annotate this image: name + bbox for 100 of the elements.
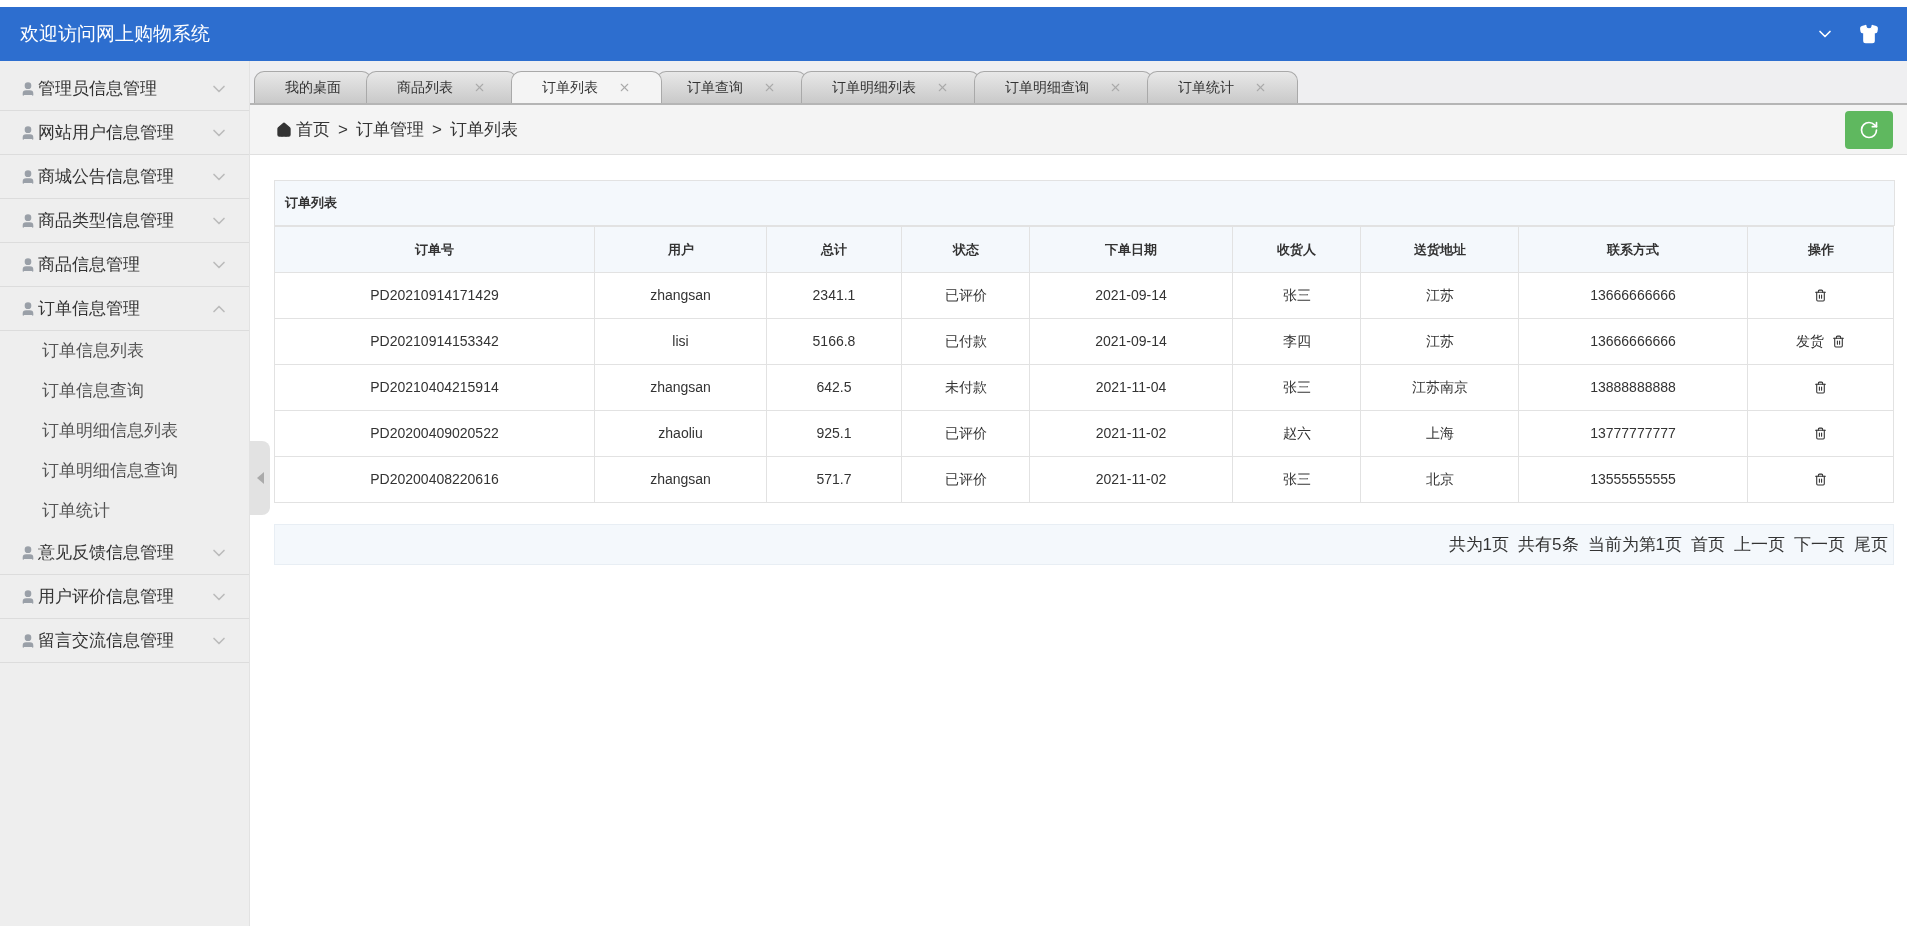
table-cell: 925.1 <box>766 410 902 457</box>
table-cell: 未付款 <box>901 364 1030 411</box>
table-cell: zhangsan <box>594 456 767 503</box>
table-title: 订单列表 <box>274 180 1895 226</box>
submenu-item[interactable]: 订单信息查询 <box>0 371 249 411</box>
column-header: 用户 <box>594 226 767 273</box>
tab-label: 订单明细列表 <box>832 78 916 97</box>
table-cell: 571.7 <box>766 456 902 503</box>
table-cell: 13666666666 <box>1518 318 1748 365</box>
table-cell: 赵六 <box>1232 410 1361 457</box>
column-header: 订单号 <box>274 226 595 273</box>
sidebar-item[interactable]: 商品类型信息管理 <box>0 199 249 243</box>
close-icon[interactable] <box>763 81 776 94</box>
page-info: 首页 <box>1691 533 1725 556</box>
table-cell: 张三 <box>1232 364 1361 411</box>
close-icon[interactable] <box>1254 81 1267 94</box>
page-info: 上一页 <box>1734 533 1785 556</box>
user-icon <box>20 544 36 561</box>
user-icon <box>20 212 36 229</box>
table-cell: PD20210404215914 <box>274 364 595 411</box>
close-icon[interactable] <box>1109 81 1122 94</box>
triangle-left-icon <box>256 472 264 484</box>
breadcrumb-item[interactable]: 订单管理 <box>355 116 424 143</box>
table-cell: 13555555555 <box>1518 456 1748 503</box>
table-cell: 张三 <box>1232 272 1361 319</box>
home-icon <box>276 121 292 138</box>
submenu-item[interactable]: 订单明细信息列表 <box>0 411 249 451</box>
table-cell: 北京 <box>1360 456 1519 503</box>
table-cell: 642.5 <box>766 364 902 411</box>
sidebar-item[interactable]: 商城公告信息管理 <box>0 155 249 199</box>
breadcrumb-separator: > <box>338 118 348 141</box>
trash-icon[interactable] <box>1814 289 1827 302</box>
page-info: 共为1页 <box>1448 533 1510 556</box>
refresh-icon <box>1859 119 1879 140</box>
column-header: 总计 <box>766 226 902 273</box>
tab[interactable]: 订单列表 <box>511 71 662 103</box>
table-cell: 上海 <box>1360 410 1519 457</box>
trash-icon[interactable] <box>1832 335 1845 348</box>
sidebar-item[interactable]: 留言交流信息管理 <box>0 619 249 663</box>
submenu-item[interactable]: 订单明细信息查询 <box>0 451 249 491</box>
table-cell: 13666666666 <box>1518 272 1748 319</box>
tab-label: 订单列表 <box>542 78 598 97</box>
ship-link[interactable]: 发货 <box>1796 331 1824 352</box>
table-cell: 李四 <box>1232 318 1361 365</box>
column-header: 操作 <box>1747 226 1894 273</box>
table-cell: 13888888888 <box>1518 364 1748 411</box>
user-icon <box>20 300 36 317</box>
table-cell: zhaoliu <box>594 410 767 457</box>
shirt-icon[interactable] <box>1859 24 1879 44</box>
sidebar-item[interactable]: 网站用户信息管理 <box>0 111 249 155</box>
table-cell: PD20200408220616 <box>274 456 595 503</box>
tab-label: 订单统计 <box>1178 78 1234 97</box>
trash-icon[interactable] <box>1814 473 1827 486</box>
collapse-handle[interactable] <box>250 441 270 515</box>
tab-label: 订单明细查询 <box>1005 78 1089 97</box>
tab-label: 订单查询 <box>687 78 743 97</box>
submenu-item[interactable]: 订单统计 <box>0 491 249 531</box>
column-header: 状态 <box>901 226 1030 273</box>
breadcrumb-item[interactable]: 订单列表 <box>449 116 518 143</box>
sidebar-item[interactable]: 管理员信息管理 <box>0 67 249 111</box>
table-cell: 已评价 <box>901 410 1030 457</box>
close-icon[interactable] <box>936 81 949 94</box>
table-cell: 张三 <box>1232 456 1361 503</box>
table-cell: PD20210914153342 <box>274 318 595 365</box>
sidebar-item[interactable]: 用户评价信息管理 <box>0 575 249 619</box>
trash-icon[interactable] <box>1814 381 1827 394</box>
user-icon <box>20 80 36 97</box>
user-icon <box>20 124 36 141</box>
table-cell: 5166.8 <box>766 318 902 365</box>
page-info: 共有5条 <box>1518 533 1579 556</box>
table-cell: 2021-11-04 <box>1029 364 1233 411</box>
close-icon[interactable] <box>618 81 631 94</box>
sidebar-item[interactable]: 订单信息管理 <box>0 287 249 331</box>
submenu-item[interactable]: 订单信息列表 <box>0 331 249 371</box>
table-cell: 已评价 <box>901 456 1030 503</box>
tab[interactable]: 订单统计 <box>1147 71 1298 103</box>
table-cell: 江苏南京 <box>1360 364 1519 411</box>
table-cell: lisi <box>594 318 767 365</box>
user-icon <box>20 588 36 605</box>
column-header: 下单日期 <box>1029 226 1233 273</box>
breadcrumb-separator: > <box>431 118 442 141</box>
table-cell: 2021-09-14 <box>1029 318 1233 365</box>
refresh-button[interactable] <box>1845 110 1893 149</box>
page-info: 下一页 <box>1794 533 1845 556</box>
column-header: 收货人 <box>1232 226 1361 273</box>
table-cell: PD20210914171429 <box>274 272 595 319</box>
table-cell: 已评价 <box>901 272 1030 319</box>
table-cell: PD20200409020522 <box>274 410 595 457</box>
table-cell: 江苏 <box>1360 318 1519 365</box>
page-info: 尾页 <box>1854 533 1888 556</box>
page-info: 当前为第1页 <box>1587 533 1682 556</box>
site-title: 欢迎访问网上购物系统 <box>20 21 211 46</box>
trash-icon[interactable] <box>1814 427 1827 440</box>
breadcrumb-item[interactable]: 首页 <box>296 116 330 143</box>
sidebar-item[interactable]: 商品信息管理 <box>0 243 249 287</box>
table-cell: 2021-11-02 <box>1029 456 1233 503</box>
close-icon[interactable] <box>473 81 486 94</box>
sidebar-item[interactable]: 意见反馈信息管理 <box>0 531 249 575</box>
user-icon <box>20 632 36 649</box>
user-icon <box>20 168 36 185</box>
